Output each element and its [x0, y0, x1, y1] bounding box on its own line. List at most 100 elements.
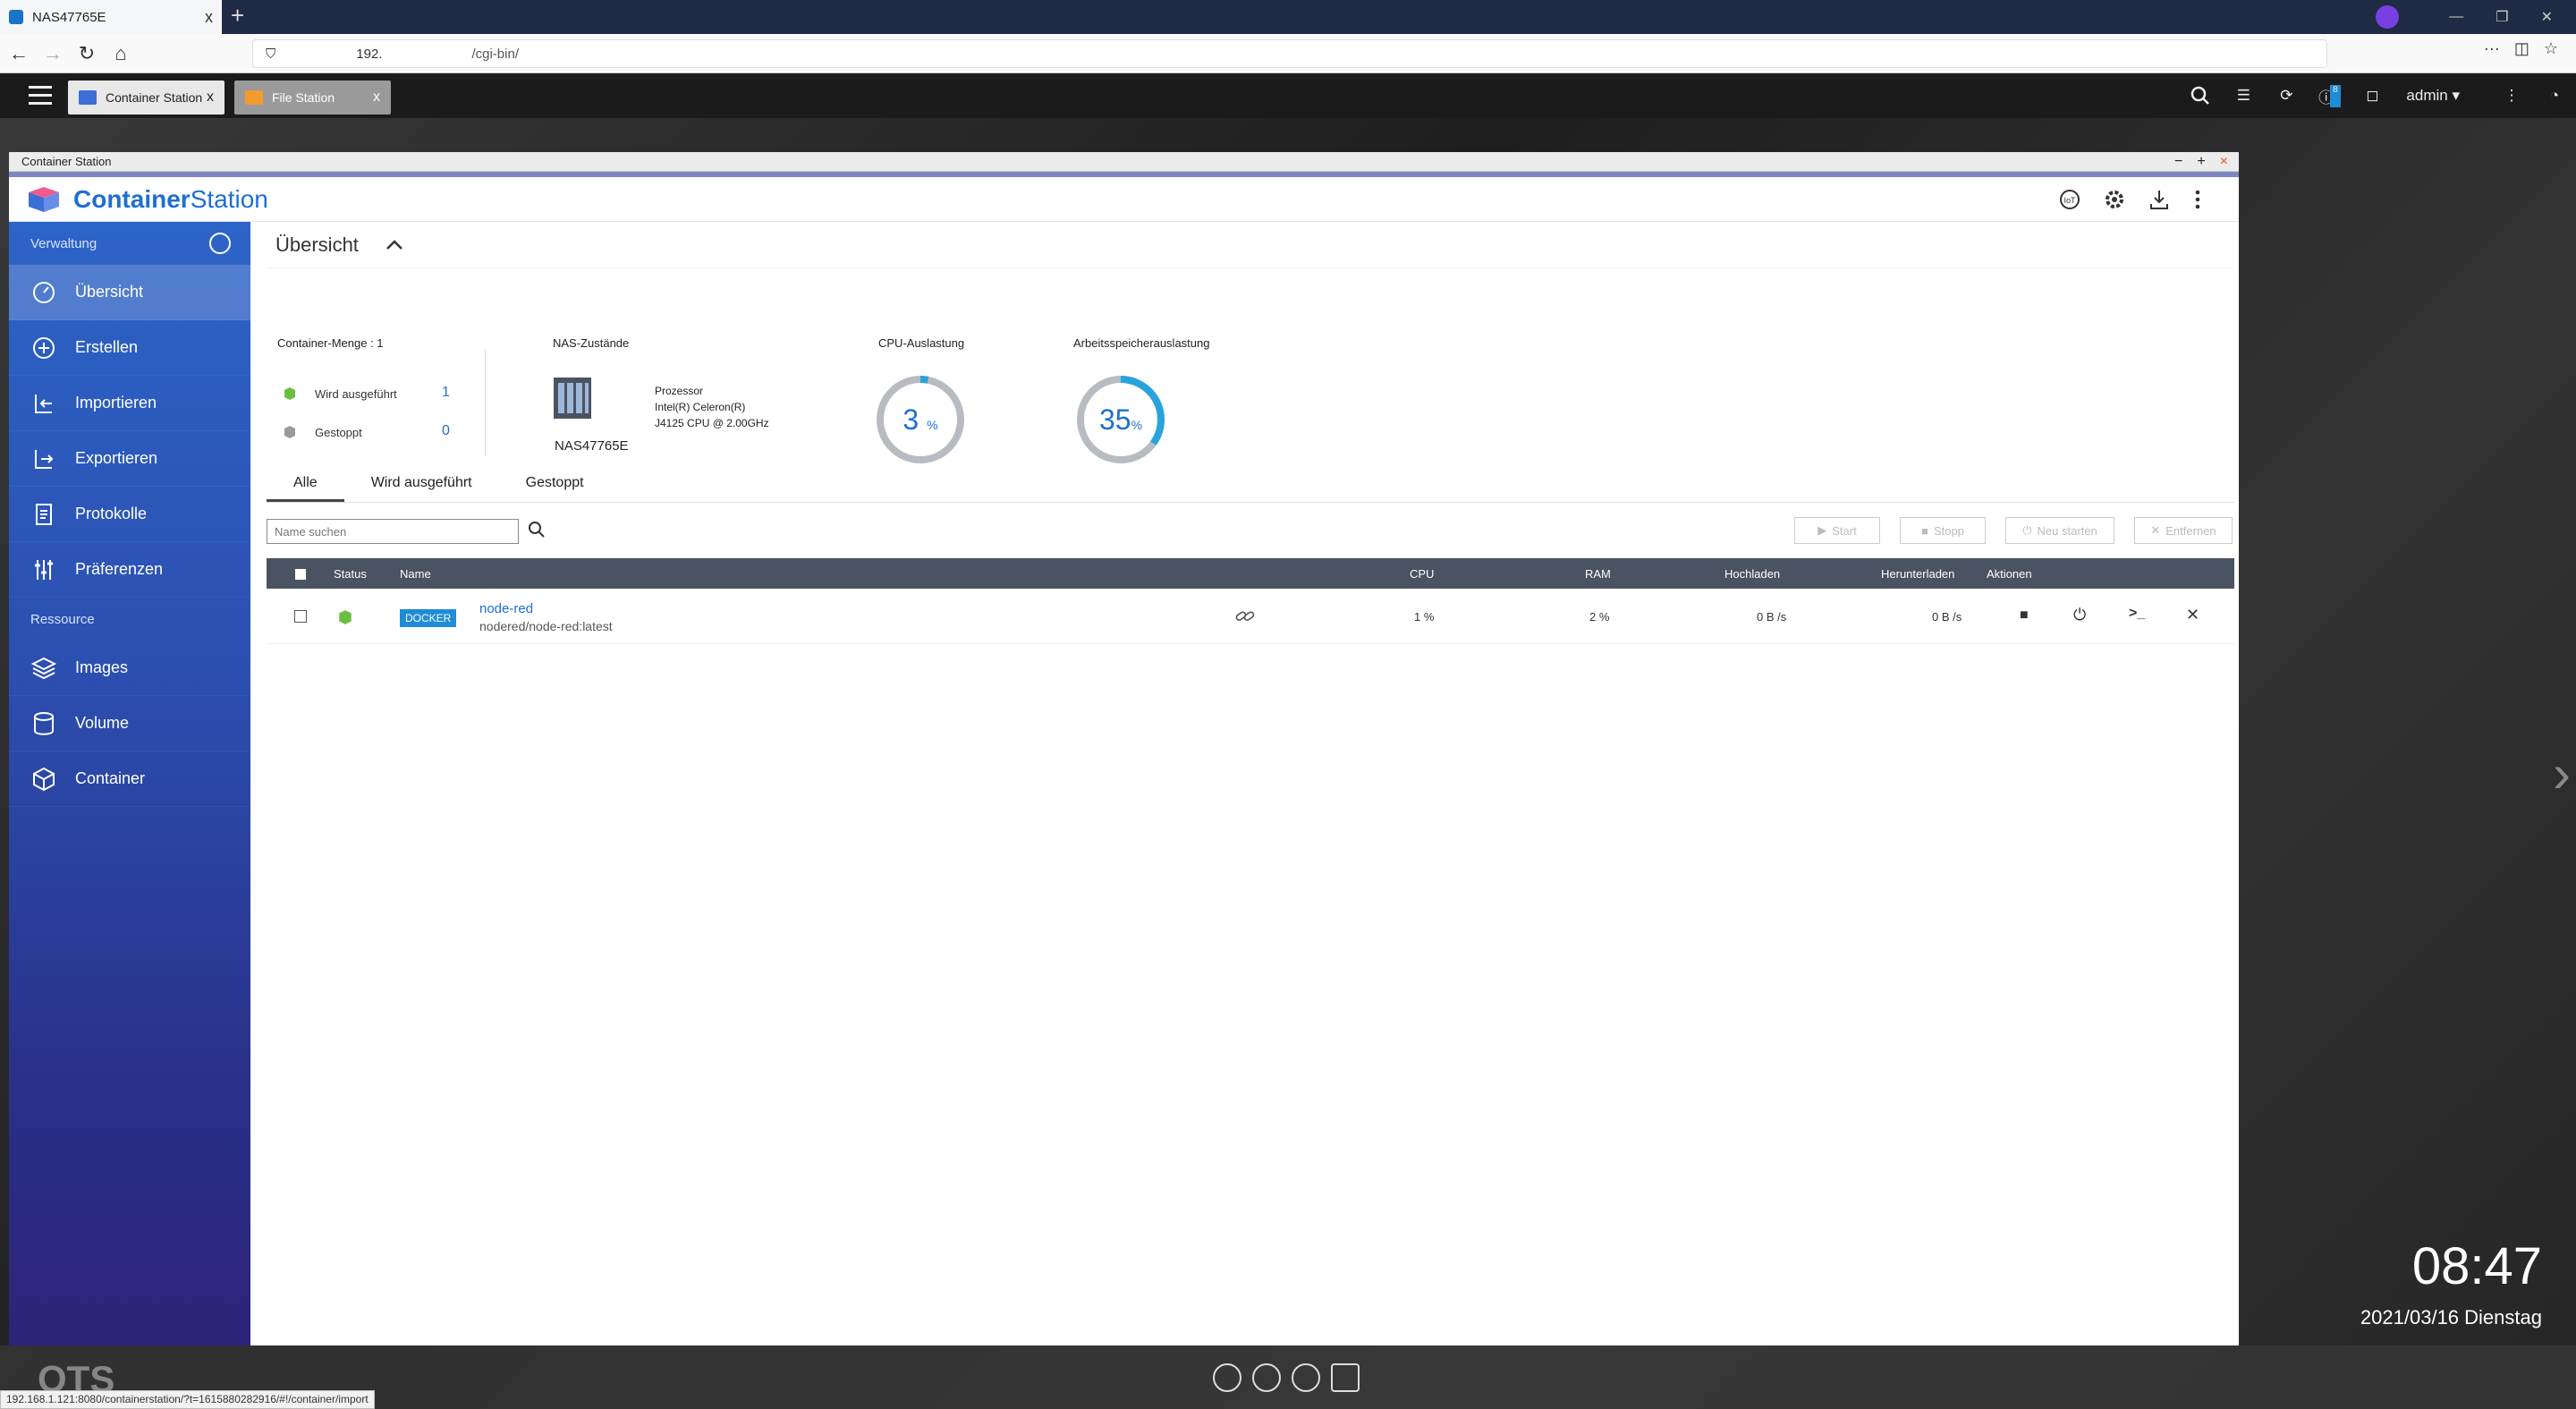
reload-icon[interactable]: ↻: [72, 38, 102, 69]
restart-button[interactable]: ⏻ Neu starten: [2005, 517, 2114, 544]
nas-name: NAS47765E: [555, 438, 629, 454]
close-window-button[interactable]: ✕: [2541, 8, 2553, 26]
helpdesk-icon[interactable]: [1331, 1363, 1360, 1392]
back-icon[interactable]: ←: [4, 38, 34, 69]
sidebar-item-label: Images: [75, 658, 129, 676]
chevron-up-icon[interactable]: [386, 239, 403, 250]
tab-all[interactable]: Alle: [267, 465, 344, 502]
bookmark-star-icon[interactable]: ☆: [2544, 39, 2558, 58]
search-input[interactable]: [267, 519, 519, 544]
sidebar-item-label: Volume: [75, 714, 130, 732]
forward-icon[interactable]: →: [38, 38, 68, 69]
layers-icon: [30, 657, 57, 679]
url-host: 192.: [356, 46, 383, 62]
page-actions-menu-icon[interactable]: ···: [2484, 39, 2500, 58]
notification-badge: 8: [2330, 84, 2341, 107]
remove-button[interactable]: ✕ Entfernen: [2134, 517, 2233, 544]
container-table: Status Name CPU RAM Hochladen Herunterla…: [267, 558, 2234, 644]
running-count[interactable]: 1: [442, 385, 450, 401]
column-upload[interactable]: Hochladen: [1724, 567, 1780, 581]
cloud-icon[interactable]: [1213, 1363, 1241, 1392]
container-count-label: Container-Menge : 1: [277, 336, 384, 350]
background-tasks-icon[interactable]: ☰: [2222, 87, 2265, 105]
restore-window-button[interactable]: ❐: [2496, 8, 2508, 26]
sidebar-item-images[interactable]: Images: [9, 641, 250, 696]
taskbar-tab-close-button[interactable]: x: [373, 89, 380, 106]
memory-usage-label: Arbeitsspeicherauslastung: [1073, 336, 1210, 350]
sidebar-item-preferences[interactable]: Präferenzen: [9, 542, 250, 598]
desktop-next-arrow-icon[interactable]: ›: [2553, 743, 2571, 804]
search-icon[interactable]: [2179, 86, 2222, 106]
window-maximize-button[interactable]: +: [2197, 154, 2205, 170]
notifications-icon[interactable]: ⓘ 8: [2308, 84, 2351, 107]
row-checkbox[interactable]: [294, 610, 307, 623]
more-options-icon[interactable]: ⋮: [2490, 87, 2533, 105]
remove-container-icon[interactable]: ✕: [2186, 606, 2199, 624]
more-vertical-icon[interactable]: [2192, 188, 2203, 211]
url-actions: ··· ◫ ☆: [2484, 39, 2558, 58]
tab-running[interactable]: Wird ausgeführt: [344, 465, 499, 502]
start-button[interactable]: ▶ Start: [1794, 517, 1880, 544]
dashboard-icon: [33, 281, 55, 303]
container-name-link[interactable]: node-red: [479, 601, 533, 616]
column-download[interactable]: Herunterladen: [1881, 567, 1954, 581]
nas-device-icon: [554, 378, 591, 419]
restart-container-icon[interactable]: ⏻: [2073, 606, 2086, 624]
sidebar-item-volume[interactable]: Volume: [9, 696, 250, 751]
filter-tabs: Alle Wird ausgeführt Gestoppt: [267, 465, 2234, 503]
column-name[interactable]: Name: [400, 567, 431, 581]
app-name-bold: Container: [73, 184, 191, 213]
dashboard-gauge-icon[interactable]: ◔: [2533, 87, 2576, 105]
user-menu[interactable]: admin ▾: [2406, 87, 2460, 105]
select-all-checkbox[interactable]: [294, 568, 307, 581]
import-export-icon[interactable]: [2148, 188, 2171, 211]
taskbar-tab-close-button[interactable]: x: [207, 89, 214, 106]
settings-gear-icon[interactable]: [2103, 188, 2126, 211]
url-bar[interactable]: ⛉ 192. /cgi-bin/: [252, 39, 2327, 68]
apps-icon[interactable]: [1292, 1363, 1320, 1392]
sidebar-item-label: Importieren: [75, 394, 157, 412]
sidebar-item-logs[interactable]: Protokolle: [9, 487, 250, 542]
external-devices-icon[interactable]: ⟳: [2265, 87, 2308, 105]
stopped-stat: Gestoppt: [283, 425, 362, 439]
new-tab-button[interactable]: +: [231, 2, 244, 30]
sidebar-item-container[interactable]: Container: [9, 751, 250, 807]
browser-status-url: 192.168.1.121:8080/containerstation/?t=1…: [0, 1390, 375, 1409]
minimize-window-button[interactable]: —: [2449, 9, 2463, 25]
sidebar-item-overview[interactable]: Übersicht: [9, 265, 250, 320]
sidebar-item-export[interactable]: Exportieren: [9, 431, 250, 487]
browser-tab[interactable]: NAS47765E x: [0, 0, 222, 34]
window-minimize-button[interactable]: −: [2174, 154, 2182, 170]
stop-button[interactable]: ■ Stopp: [1900, 517, 1986, 544]
stopped-count[interactable]: 0: [442, 423, 450, 439]
taskbar-tab-container-station[interactable]: Container Station x: [68, 81, 225, 115]
memory-usage-gauge: 35%: [1074, 373, 1167, 466]
user-icon[interactable]: ◻: [2351, 87, 2394, 105]
terminal-icon[interactable]: >_: [2129, 606, 2145, 622]
running-cube-icon: [284, 387, 295, 400]
cpu-usage-gauge: 3 %: [874, 373, 967, 466]
table-row[interactable]: DOCKER node-red nodered/node-red:latest …: [267, 589, 2234, 644]
tools-icon[interactable]: [1252, 1363, 1281, 1392]
column-ram[interactable]: RAM: [1585, 567, 1611, 581]
tab-stopped[interactable]: Gestoppt: [499, 465, 611, 502]
pocket-icon[interactable]: ◫: [2514, 39, 2529, 58]
column-cpu[interactable]: CPU: [1410, 567, 1434, 581]
collapse-sidebar-icon[interactable]: [209, 233, 231, 254]
home-icon[interactable]: ⌂: [106, 38, 136, 69]
window-close-button[interactable]: ×: [2220, 154, 2228, 170]
container-station-logo-icon: [29, 186, 59, 212]
main-menu-icon[interactable]: [29, 86, 52, 110]
browser-tab-close-button[interactable]: x: [205, 8, 213, 27]
stop-container-icon[interactable]: ■: [2020, 607, 2029, 624]
sidebar-item-create[interactable]: Erstellen: [9, 320, 250, 376]
running-status-icon: [339, 610, 352, 624]
search-icon[interactable]: [528, 521, 546, 539]
ram-value: 2 %: [1589, 610, 1610, 624]
sidebar-item-label: Erstellen: [75, 338, 139, 356]
private-mask-icon: [2376, 5, 2400, 29]
sidebar-item-import[interactable]: Importieren: [9, 376, 250, 431]
link-icon[interactable]: [1235, 608, 1255, 624]
taskbar-tab-file-station[interactable]: File Station x: [234, 81, 391, 115]
iot-icon[interactable]: IoT: [2058, 188, 2081, 211]
